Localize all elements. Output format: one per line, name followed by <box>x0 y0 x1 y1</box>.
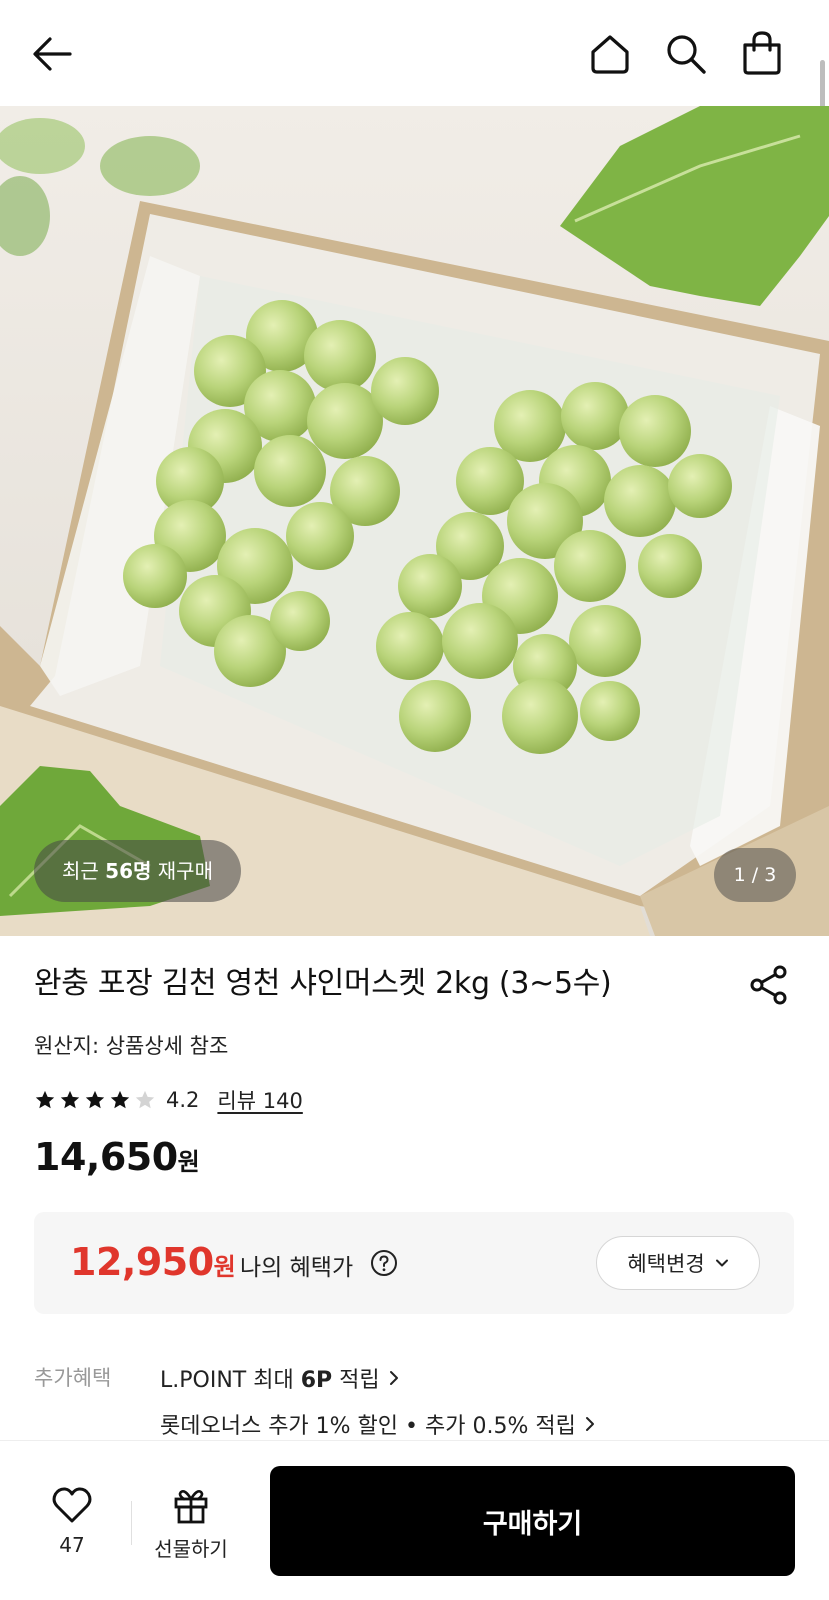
benefit-label: 나의 혜택가 <box>240 1255 354 1281</box>
lpoint-benefit-link[interactable]: L.POINT 최대 6P 적립 <box>160 1362 400 1394</box>
benefit-price-box: 12,950원 나의 혜택가 혜택변경 <box>34 1212 794 1314</box>
buy-button[interactable]: 구매하기 <box>270 1466 795 1576</box>
like-button[interactable]: 47 <box>40 1485 104 1557</box>
gift-label: 선물하기 <box>154 1537 228 1561</box>
like-count: 47 <box>59 1533 85 1557</box>
rating-stars <box>34 1089 156 1111</box>
shopping-bag-icon[interactable] <box>740 30 784 76</box>
lotte-owners-benefit-link[interactable]: 롯데오너스 추가 1% 할인 • 추가 0.5% 적립 <box>160 1408 596 1440</box>
image-pager: 1 / 3 <box>714 848 796 902</box>
gift-icon <box>174 1490 208 1524</box>
review-link[interactable]: 리뷰 140 <box>217 1085 302 1115</box>
bottom-action-bar: 47 선물하기 구매하기 <box>0 1440 829 1600</box>
repurchase-badge: 최근 56명 재구매 <box>34 840 241 902</box>
heart-icon <box>52 1487 92 1523</box>
star-filled-icon <box>60 1090 80 1109</box>
star-filled-icon <box>35 1090 55 1109</box>
home-icon[interactable] <box>588 32 632 76</box>
top-bar <box>0 0 829 246</box>
change-benefit-button[interactable]: 혜택변경 <box>596 1236 760 1290</box>
product-image[interactable] <box>0 106 829 936</box>
change-benefit-label: 혜택변경 <box>627 1252 705 1276</box>
star-empty-icon <box>135 1090 155 1109</box>
rating-row: 4.2 리뷰 140 <box>34 1085 303 1115</box>
share-icon[interactable] <box>748 964 790 1006</box>
gift-button[interactable]: 선물하기 <box>146 1485 236 1562</box>
rating-value: 4.2 <box>166 1088 200 1112</box>
product-title: 완충 포장 김천 영천 샤인머스켓 2kg (3~5수) <box>34 966 612 1001</box>
arrow-left-icon[interactable] <box>30 34 74 74</box>
chevron-down-icon <box>715 1259 728 1267</box>
search-icon[interactable] <box>664 32 708 76</box>
extra-benefit-label: 추가혜택 <box>34 1366 112 1390</box>
origin-info: 원산지: 상품상세 참조 <box>34 1034 229 1058</box>
chevron-right-icon <box>389 1371 398 1385</box>
product-price: 14,650원 <box>34 1135 200 1179</box>
star-filled-icon <box>110 1090 130 1109</box>
benefit-price: 12,950원 <box>70 1240 236 1284</box>
chevron-right-icon <box>585 1417 594 1431</box>
question-circle-icon[interactable] <box>370 1249 398 1277</box>
divider <box>131 1501 132 1545</box>
star-filled-icon <box>85 1090 105 1109</box>
